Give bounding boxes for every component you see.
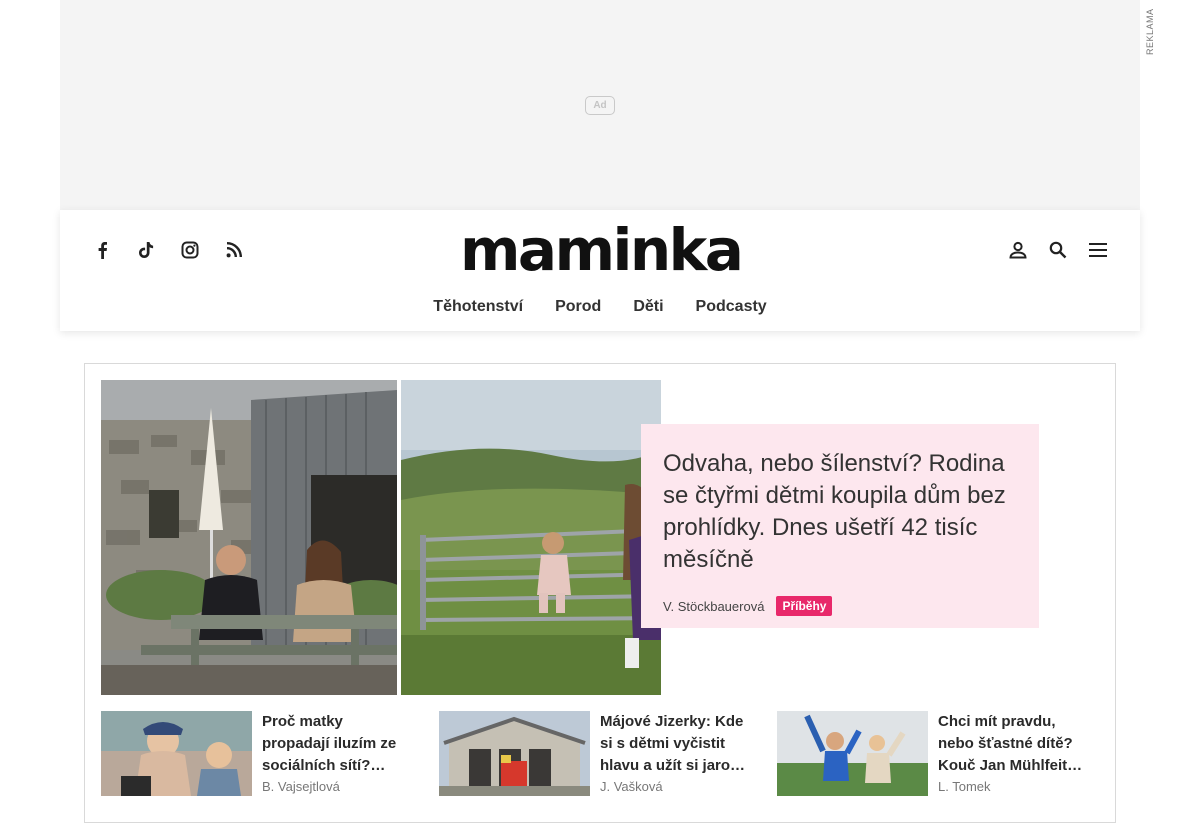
- article-author: B. Vajsejtlová: [262, 779, 340, 794]
- featured-articles: Odvaha, nebo šílenství? Rodina se čtyřmi…: [84, 363, 1116, 823]
- hero-card: Odvaha, nebo šílenství? Rodina se čtyřmi…: [641, 424, 1039, 628]
- instagram-icon[interactable]: [168, 238, 212, 262]
- hero-meta: V. Stöckbauerová Příběhy: [663, 596, 1017, 616]
- main-nav: Těhotenství Porod Děti Podcasty: [60, 298, 1140, 316]
- article-thumbnail[interactable]: [101, 711, 252, 796]
- menu-icon[interactable]: [1078, 238, 1118, 262]
- facebook-icon[interactable]: [80, 238, 124, 262]
- list-item[interactable]: Májové Jizerky: Kde si s dětmi vyčistit …: [439, 711, 750, 796]
- nav-item-deti[interactable]: Děti: [633, 298, 663, 316]
- list-item[interactable]: Chci mít pravdu, nebo šťastné dítě? Kouč…: [777, 711, 1088, 796]
- hero-image-children[interactable]: [401, 380, 661, 695]
- hero-image-family[interactable]: [101, 380, 397, 695]
- ad-banner: Ad: [60, 0, 1140, 210]
- list-item[interactable]: Proč matky propadají iluzím ze sociálníc…: [101, 711, 412, 796]
- article-text: Chci mít pravdu, nebo šťastné dítě? Kouč…: [938, 711, 1088, 796]
- nav-item-podcasty[interactable]: Podcasty: [696, 298, 767, 316]
- site-header: maminka Těhotenství Porod Děti Podcasty: [60, 210, 1140, 331]
- article-title[interactable]: Májové Jizerky: Kde si s dětmi vyčistit …: [600, 711, 750, 777]
- article-title[interactable]: Proč matky propadají iluzím ze sociálníc…: [262, 711, 412, 777]
- site-logo[interactable]: maminka: [460, 218, 744, 282]
- hero-author: V. Stöckbauerová: [663, 598, 765, 614]
- tiktok-icon[interactable]: [124, 238, 168, 262]
- user-icon[interactable]: [998, 238, 1038, 262]
- article-thumbnail[interactable]: [777, 711, 928, 796]
- search-icon[interactable]: [1038, 238, 1078, 262]
- article-text: Proč matky propadají iluzím ze sociálníc…: [262, 711, 412, 796]
- rss-icon[interactable]: [212, 238, 256, 262]
- nav-item-tehotenstvi[interactable]: Těhotenství: [433, 298, 523, 316]
- article-author: J. Vašková: [600, 779, 663, 794]
- article-title[interactable]: Chci mít pravdu, nebo šťastné dítě? Kouč…: [938, 711, 1088, 777]
- hero-title[interactable]: Odvaha, nebo šílenství? Rodina se čtyřmi…: [663, 448, 1017, 576]
- article-text: Májové Jizerky: Kde si s dětmi vyčistit …: [600, 711, 750, 796]
- ad-label: REKLAMA: [1145, 8, 1155, 56]
- header-tools: [998, 238, 1118, 262]
- ad-badge: Ad: [585, 96, 615, 115]
- article-thumbnail[interactable]: [439, 711, 590, 796]
- hero-tag[interactable]: Příběhy: [776, 596, 833, 616]
- nav-item-porod[interactable]: Porod: [555, 298, 601, 316]
- social-links: [80, 238, 256, 262]
- article-author: L. Tomek: [938, 779, 991, 794]
